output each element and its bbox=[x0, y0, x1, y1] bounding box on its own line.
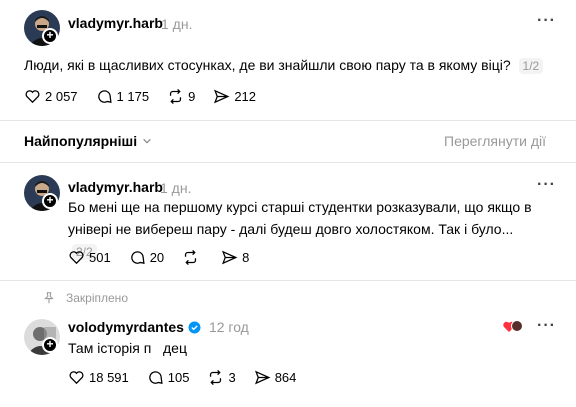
post-text: Люди, які в щасливих стосунках, де ви зн… bbox=[24, 54, 554, 77]
more-options-icon[interactable]: ··· bbox=[537, 176, 556, 194]
heart-icon bbox=[69, 371, 84, 385]
timestamp[interactable]: 1 дн. bbox=[161, 16, 192, 32]
timestamp[interactable]: 1 дн. bbox=[160, 180, 191, 196]
username-row: volodymyrdantes 12 год bbox=[68, 319, 249, 335]
share-count: 212 bbox=[234, 89, 257, 104]
post-actions: 501 20 8 bbox=[68, 249, 267, 266]
repost-count: 3 bbox=[228, 370, 236, 385]
comment-icon bbox=[130, 251, 145, 264]
repost-icon bbox=[210, 369, 222, 386]
comment-icon bbox=[97, 90, 112, 103]
post-1: + vladymyr.harb 1 дн. ··· Люди, які в ща… bbox=[0, 0, 576, 120]
username[interactable]: vladymyr.harb bbox=[68, 15, 163, 31]
comment-button[interactable]: 105 bbox=[147, 369, 190, 386]
like-count: 501 bbox=[89, 250, 111, 265]
post-actions: 2 057 1 175 9 212 bbox=[24, 88, 274, 105]
pinned-row: Закріплено bbox=[42, 291, 128, 305]
share-count: 8 bbox=[242, 250, 250, 265]
timestamp[interactable]: 12 год bbox=[209, 319, 249, 335]
more-options-icon[interactable]: ··· bbox=[537, 12, 556, 30]
share-button[interactable]: 212 bbox=[213, 88, 256, 105]
reply-actions: 18 591 105 3 864 bbox=[68, 369, 314, 386]
comment-count: 105 bbox=[167, 370, 190, 385]
username[interactable]: vladymyr.harb bbox=[68, 179, 163, 195]
more-options-icon[interactable]: ··· bbox=[537, 317, 556, 335]
heart-avatar-icon bbox=[503, 320, 523, 332]
author-liked-icon bbox=[503, 319, 523, 333]
send-icon bbox=[222, 250, 238, 265]
share-button[interactable]: 8 bbox=[221, 249, 249, 266]
verified-badge-icon bbox=[188, 321, 201, 333]
comment-button[interactable]: 20 bbox=[129, 249, 164, 266]
comment-count: 1 175 bbox=[116, 89, 150, 104]
repost-button[interactable]: 3 bbox=[207, 369, 236, 386]
share-button[interactable]: 864 bbox=[254, 369, 297, 386]
pinned-reply: Закріплено + volodymyrdantes 12 год ··· … bbox=[0, 281, 576, 407]
follow-plus-icon[interactable]: + bbox=[42, 337, 58, 353]
thread-pager: 1/2 bbox=[518, 58, 544, 74]
follow-plus-icon[interactable]: + bbox=[42, 28, 58, 44]
post-body: Бо мені ще на першому курсі старші студе… bbox=[68, 199, 532, 237]
comment-count: 20 bbox=[149, 250, 165, 265]
sort-label: Найпопулярніші bbox=[24, 133, 138, 149]
heart-icon bbox=[69, 251, 84, 265]
like-count: 18 591 bbox=[89, 370, 129, 385]
pin-icon bbox=[44, 292, 54, 304]
pinned-label: Закріплено bbox=[66, 291, 128, 305]
divider bbox=[0, 120, 576, 121]
comment-button[interactable]: 1 175 bbox=[96, 88, 150, 105]
heart-icon bbox=[25, 90, 40, 104]
share-count: 864 bbox=[274, 370, 297, 385]
repost-count: 9 bbox=[188, 89, 196, 104]
post-2: + vladymyr.harb 1 дн. ··· Бо мені ще на … bbox=[0, 163, 576, 283]
repost-button[interactable]: 9 bbox=[167, 88, 195, 105]
like-button[interactable]: 501 bbox=[68, 249, 111, 266]
follow-plus-icon[interactable]: + bbox=[42, 193, 58, 209]
sort-dropdown[interactable]: Найпопулярніші bbox=[24, 133, 152, 149]
like-count: 2 057 bbox=[45, 89, 78, 104]
comment-icon bbox=[148, 371, 163, 384]
like-button[interactable]: 2 057 bbox=[24, 88, 78, 105]
chevron-down-icon bbox=[143, 138, 151, 144]
send-icon bbox=[254, 370, 271, 385]
like-button[interactable]: 18 591 bbox=[68, 369, 129, 386]
repost-icon bbox=[185, 249, 197, 266]
reply-text: Там історія п дец bbox=[68, 340, 187, 356]
post-body: Люди, які в щасливих стосунках, де ви зн… bbox=[24, 57, 511, 73]
repost-button[interactable] bbox=[182, 249, 203, 266]
view-activity-link[interactable]: Переглянути дії bbox=[444, 133, 546, 149]
send-icon bbox=[214, 89, 230, 104]
username[interactable]: volodymyrdantes bbox=[68, 319, 184, 335]
repost-icon bbox=[169, 88, 182, 105]
